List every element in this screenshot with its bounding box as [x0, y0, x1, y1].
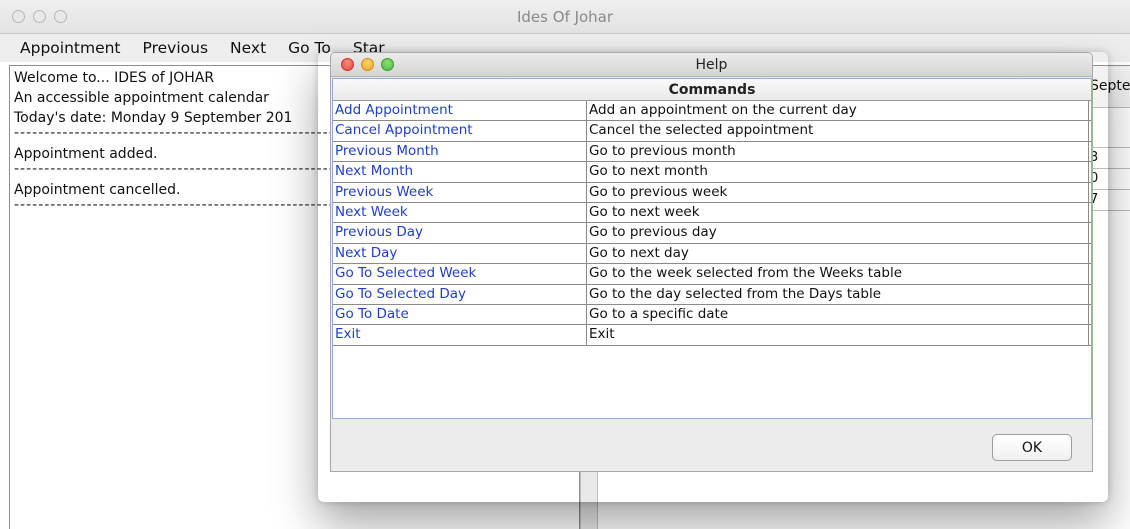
ok-button[interactable]: OK — [992, 434, 1072, 461]
table-row[interactable]: Add Appointment Add an appointment on the… — [333, 101, 1091, 122]
table-row[interactable]: Next Week Go to next week — [333, 202, 1091, 224]
command-name-link[interactable]: Next Day — [333, 243, 587, 264]
command-description: Go to next month — [587, 162, 1089, 182]
menu-next[interactable]: Next — [230, 39, 266, 57]
command-name-link[interactable]: Exit — [333, 325, 587, 345]
command-name-link[interactable]: Cancel Appointment — [333, 121, 587, 141]
help-dialog: Help Commands Add Appointment Add an appo… — [330, 52, 1093, 472]
table-row[interactable]: Go To Selected Week Go to the week select… — [333, 264, 1091, 285]
command-name-link[interactable]: Go To Selected Week — [333, 264, 587, 284]
dialog-titlebar[interactable]: Help — [331, 53, 1092, 77]
commands-rows: Add Appointment Add an appointment on the… — [333, 101, 1091, 346]
table-row[interactable]: Go To Selected Day Go to the day selected… — [333, 284, 1091, 305]
command-description: Cancel the selected appointment — [587, 121, 1089, 141]
command-name-link[interactable]: Next Week — [333, 202, 587, 223]
command-name-link[interactable]: Go To Selected Day — [333, 284, 587, 304]
table-row[interactable]: Go To Date Go to a specific date — [333, 304, 1091, 326]
command-description: Go to a specific date — [587, 304, 1089, 325]
command-description: Go to the week selected from the Weeks t… — [587, 264, 1089, 284]
command-name-link[interactable]: Go To Date — [333, 304, 587, 325]
command-description: Go to next week — [587, 202, 1089, 223]
main-titlebar: Ides Of Johar — [0, 0, 1130, 34]
command-description: Go to the day selected from the Days tab… — [587, 284, 1089, 304]
commands-table[interactable]: Commands Add Appointment Add an appointme… — [332, 78, 1092, 419]
command-description: Go to previous week — [587, 182, 1089, 202]
command-name-link[interactable]: Add Appointment — [333, 101, 587, 121]
command-name-link[interactable]: Previous Day — [333, 223, 587, 243]
command-description: Exit — [587, 325, 1089, 345]
command-description: Go to previous month — [587, 141, 1089, 162]
command-name-link[interactable]: Previous Week — [333, 182, 587, 202]
command-description: Go to next day — [587, 243, 1089, 264]
table-row[interactable]: Exit Exit — [333, 325, 1091, 346]
table-row[interactable]: Next Day Go to next day — [333, 243, 1091, 265]
table-row[interactable]: Next Month Go to next month — [333, 162, 1091, 183]
command-description: Add an appointment on the current day — [587, 101, 1089, 121]
table-row[interactable]: Cancel Appointment Cancel the selected ap… — [333, 121, 1091, 142]
window-title: Ides Of Johar — [516, 8, 614, 26]
commands-column-header[interactable]: Commands — [333, 79, 1091, 101]
table-row[interactable]: Previous Week Go to previous week — [333, 182, 1091, 203]
table-row[interactable]: Previous Day Go to previous day — [333, 223, 1091, 244]
table-row[interactable]: Previous Month Go to previous month — [333, 141, 1091, 163]
command-name-link[interactable]: Next Month — [333, 162, 587, 182]
dialog-title: Help — [695, 57, 728, 73]
menu-previous[interactable]: Previous — [143, 39, 209, 57]
command-description: Go to previous day — [587, 223, 1089, 243]
menu-appointment[interactable]: Appointment — [20, 39, 121, 57]
command-name-link[interactable]: Previous Month — [333, 141, 587, 162]
